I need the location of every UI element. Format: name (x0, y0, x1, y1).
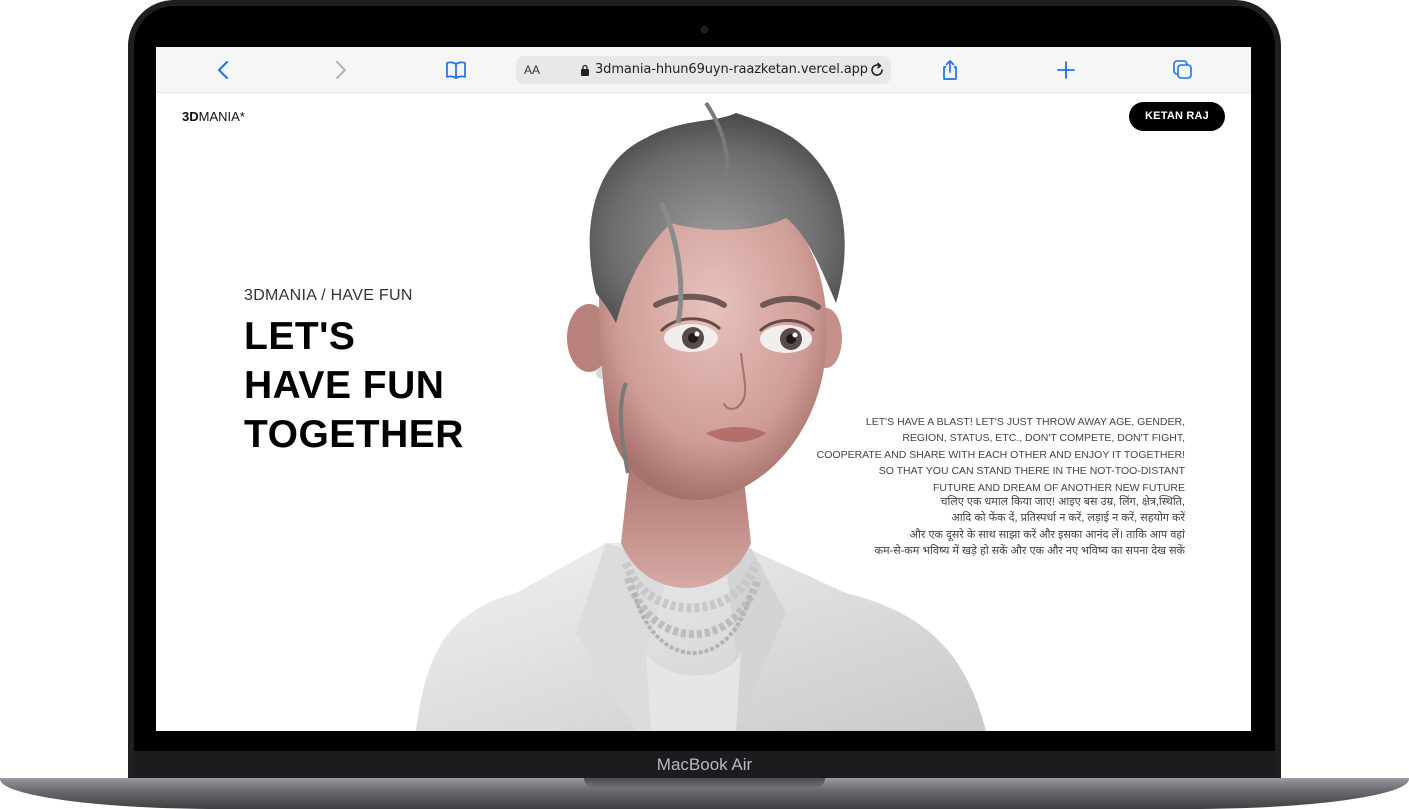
bookmarks-icon[interactable] (444, 58, 468, 82)
address-bar[interactable]: AA 3dmania-hhun69uyn-raazketan.vercel.ap… (516, 56, 891, 84)
laptop-hinge-notch (584, 778, 825, 788)
text-size-button[interactable]: AA (524, 63, 540, 77)
web-page: 3DMANIA* KETAN RAJ 3DMANIA / HAVE FUN LE… (156, 93, 1251, 731)
share-icon[interactable] (938, 58, 962, 82)
url-text[interactable]: 3dmania-hhun69uyn-raazketan.vercel.app (595, 62, 868, 77)
logo-rest: MANIA* (198, 109, 245, 124)
description-line: COOPERATE AND SHARE WITH EACH OTHER AND … (816, 448, 1185, 461)
camera-icon (701, 26, 708, 33)
headline-line: LET'S (244, 315, 356, 358)
headline-line: HAVE FUN (244, 364, 445, 407)
description-line: SO THAT YOU CAN STAND THERE IN THE NOT-T… (878, 465, 1185, 478)
description-line: कम-से-कम भविष्य में खड़े हो सकें और एक औ… (874, 545, 1185, 558)
description-line: आदि को फेंक दें, प्रतिस्पर्धा न करें, लड… (951, 512, 1185, 525)
hero-headline: LET'S HAVE FUN TOGETHER (244, 312, 544, 459)
headline-line: TOGETHER (244, 413, 464, 456)
screen: AA 3dmania-hhun69uyn-raazketan.vercel.ap… (156, 47, 1251, 731)
device-label: MacBook Air (656, 755, 753, 774)
tabs-overview-icon[interactable] (1171, 58, 1195, 82)
description-line: चलिए एक धमाल किया जाए! आइए बस उम्र, लिंग… (940, 496, 1185, 508)
forward-icon[interactable] (328, 58, 352, 82)
back-icon[interactable] (212, 58, 236, 82)
browser-toolbar: AA 3dmania-hhun69uyn-raazketan.vercel.ap… (156, 47, 1251, 93)
user-profile-button[interactable]: KETAN RAJ (1129, 102, 1225, 131)
hero-description-hindi: चलिए एक धमाल किया जाए! आइए बस उम्र, लिंग… (755, 494, 1185, 560)
lock-icon (581, 64, 589, 76)
hero-eyebrow: 3DMANIA / HAVE FUN (244, 287, 413, 304)
reload-icon[interactable] (868, 61, 886, 79)
new-tab-icon[interactable] (1054, 58, 1078, 82)
hero-description-english: LET'S HAVE A BLAST! LET'S JUST THROW AWA… (765, 414, 1185, 496)
description-line: LET'S HAVE A BLAST! LET'S JUST THROW AWA… (865, 416, 1185, 428)
description-line: और एक दूसरे के साथ साझा करें और इसका आनं… (909, 528, 1185, 541)
description-line: REGION, STATUS, ETC., DON'T COMPETE, DON… (902, 432, 1185, 445)
site-logo[interactable]: 3DMANIA* (182, 109, 245, 124)
logo-bold: 3D (182, 109, 199, 124)
